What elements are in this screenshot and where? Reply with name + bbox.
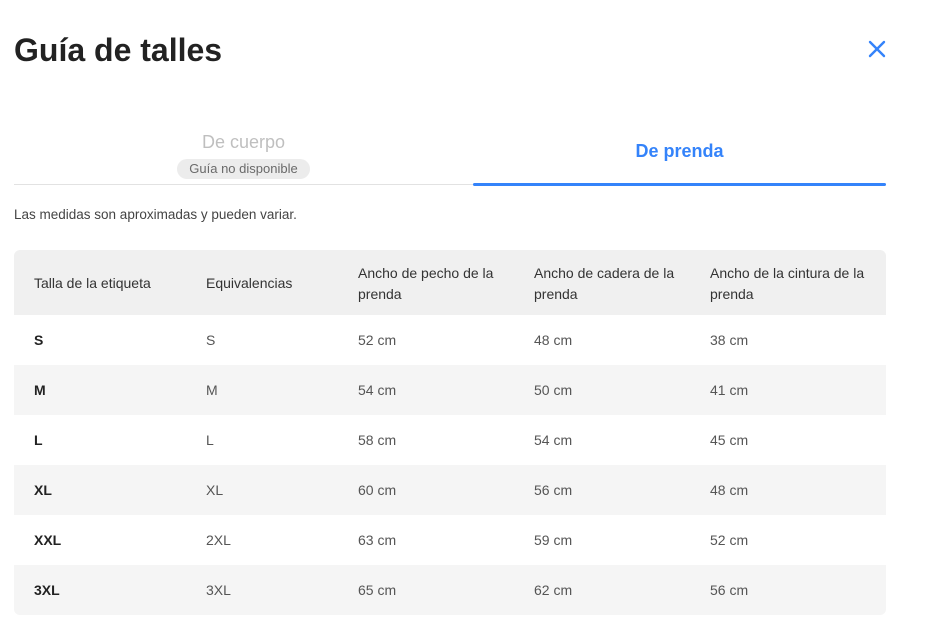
column-header: Ancho de la cintura de la prenda (710, 250, 886, 315)
chest-width-cell: 63 cm (358, 532, 397, 548)
modal-title: Guía de talles (14, 32, 223, 68)
waist-width-cell: 45 cm (710, 432, 749, 448)
hip-width-cell: 48 cm (534, 332, 573, 348)
table-row: L L 58 cm 54 cm 45 cm (14, 415, 886, 465)
size-guide-tabs: De cuerpo Guía no disponible De prenda (14, 118, 886, 186)
equivalence-cell: L (206, 432, 214, 448)
equivalence-cell: M (206, 365, 358, 415)
column-header: Ancho de pecho de la prenda (358, 250, 534, 315)
equivalence-cell: XL (206, 465, 358, 515)
hip-width-cell: 59 cm (534, 532, 573, 548)
table-header-row: Talla de la etiqueta Equivalencias Ancho… (14, 250, 886, 315)
size-label-cell: L (34, 432, 43, 448)
chest-width-cell: 54 cm (358, 365, 534, 415)
size-label-cell: XXL (34, 532, 62, 548)
size-table: Talla de la etiqueta Equivalencias Ancho… (14, 250, 886, 615)
chest-width-cell: 60 cm (358, 465, 534, 515)
chest-width-cell: 58 cm (358, 432, 397, 448)
close-button[interactable] (864, 36, 890, 62)
measurement-note: Las medidas son aproximadas y pueden var… (14, 207, 297, 222)
hip-width-cell: 54 cm (534, 432, 573, 448)
table-row: S S 52 cm 48 cm 38 cm (14, 315, 886, 365)
unavailable-badge: Guía no disponible (177, 159, 310, 179)
waist-width-cell: 38 cm (710, 332, 749, 348)
column-header: Equivalencias (206, 250, 358, 315)
hip-width-cell: 56 cm (534, 465, 710, 515)
size-label-cell: XL (14, 465, 206, 515)
waist-width-cell: 52 cm (710, 532, 749, 548)
tab-garment-measurements[interactable]: De prenda (473, 118, 886, 186)
close-icon (868, 40, 886, 58)
active-tab-indicator (473, 183, 886, 186)
hip-width-cell: 62 cm (534, 565, 710, 615)
size-label-cell: S (34, 332, 44, 348)
equivalence-cell: 2XL (206, 532, 231, 548)
column-header: Ancho de cadera de la prenda (534, 250, 710, 315)
table-row: M M 54 cm 50 cm 41 cm (14, 365, 886, 415)
table-row: XXL 2XL 63 cm 59 cm 52 cm (14, 515, 886, 565)
column-header: Talla de la etiqueta (14, 250, 206, 315)
size-label-cell: M (14, 365, 206, 415)
tab-body-measurements[interactable]: De cuerpo Guía no disponible (14, 118, 473, 185)
waist-width-cell: 56 cm (710, 565, 886, 615)
size-guide-modal: Guía de talles De cuerpo Guía no disponi… (0, 0, 937, 622)
chest-width-cell: 52 cm (358, 332, 397, 348)
waist-width-cell: 41 cm (710, 365, 886, 415)
equivalence-cell: S (206, 332, 216, 348)
waist-width-cell: 48 cm (710, 465, 886, 515)
size-table-container: Talla de la etiqueta Equivalencias Ancho… (14, 250, 886, 615)
table-row: XL XL 60 cm 56 cm 48 cm (14, 465, 886, 515)
table-row: 3XL 3XL 65 cm 62 cm 56 cm (14, 565, 886, 615)
size-label-cell: 3XL (14, 565, 206, 615)
tab-label: De cuerpo (201, 132, 286, 152)
chest-width-cell: 65 cm (358, 565, 534, 615)
equivalence-cell: 3XL (206, 565, 358, 615)
hip-width-cell: 50 cm (534, 365, 710, 415)
tab-label: De prenda (635, 141, 724, 161)
